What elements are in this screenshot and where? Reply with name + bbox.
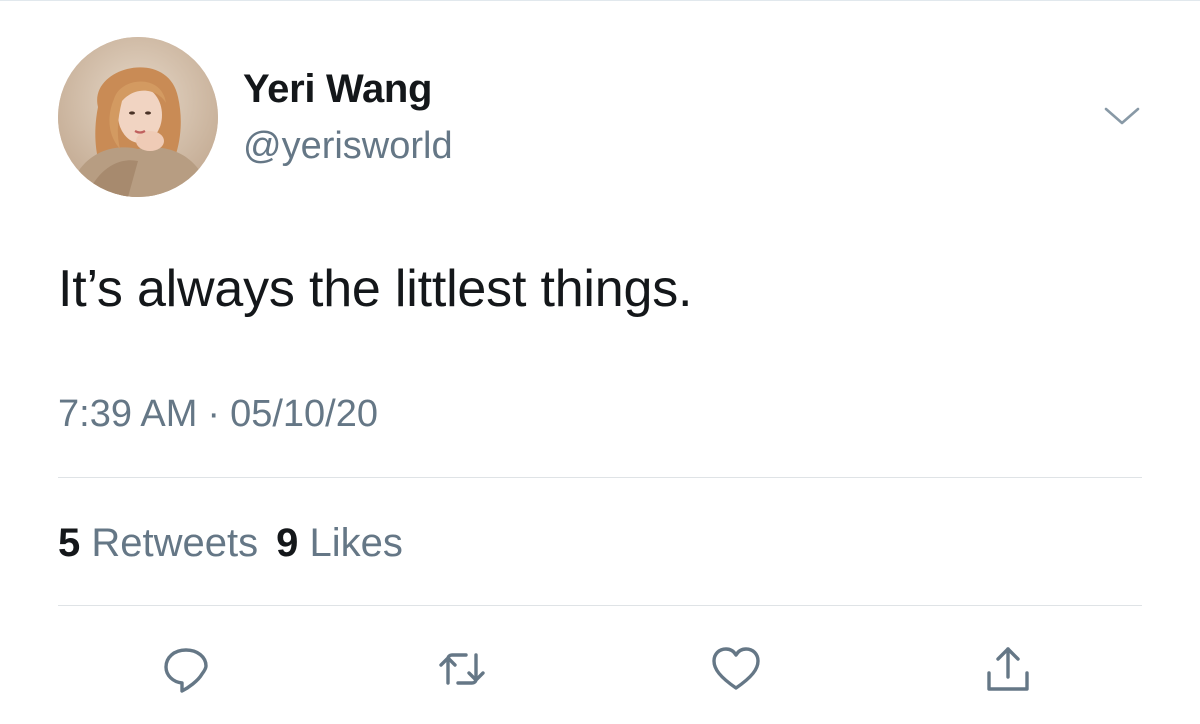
divider <box>58 477 1142 478</box>
share-button[interactable] <box>976 637 1040 701</box>
tweet-options-button[interactable] <box>1100 101 1144 131</box>
tweet-date: 05/10/20 <box>230 393 378 435</box>
retweets-stat[interactable]: 5 Retweets <box>58 521 258 565</box>
divider <box>58 605 1142 606</box>
avatar[interactable] <box>58 37 218 197</box>
tweet-text: It’s always the littlest things. <box>58 260 693 318</box>
retweet-button[interactable] <box>430 637 494 701</box>
retweet-icon <box>439 653 485 685</box>
retweets-label: Retweets <box>91 521 259 565</box>
likes-count: 9 <box>276 521 299 565</box>
retweets-count: 5 <box>58 521 81 565</box>
tweet-stats: 5 Retweets 9 Likes <box>58 521 403 566</box>
avatar-image <box>58 37 218 197</box>
author-display-name[interactable]: Yeri Wang <box>243 67 433 112</box>
likes-label: Likes <box>309 521 403 565</box>
chevron-down-icon <box>1104 107 1140 125</box>
meta-separator: · <box>207 393 221 435</box>
like-button[interactable] <box>704 637 768 701</box>
reply-icon <box>164 648 208 693</box>
tweet-time: 7:39 AM <box>58 393 198 435</box>
reply-button[interactable] <box>154 637 218 701</box>
likes-stat[interactable]: 9 Likes <box>276 521 403 565</box>
heart-icon <box>712 647 760 690</box>
tweet-detail: Yeri Wang @yerisworld It’s always the li… <box>0 0 1200 724</box>
author-handle[interactable]: @yerisworld <box>243 125 453 168</box>
tweet-timestamp: 7:39 AM · 05/10/20 <box>58 393 378 436</box>
share-icon <box>987 647 1029 691</box>
